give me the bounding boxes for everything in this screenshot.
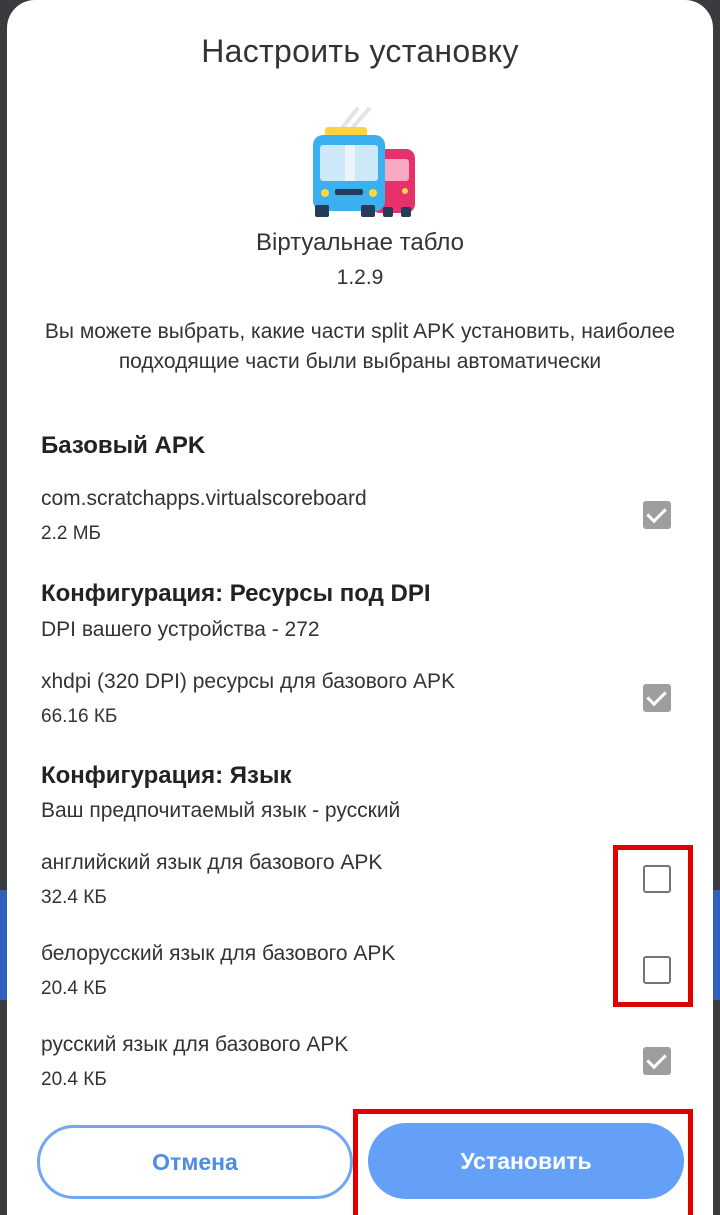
checkbox[interactable]: [643, 1047, 671, 1075]
cancel-button[interactable]: Отмена: [37, 1125, 353, 1199]
list-item[interactable]: com.scratchapps.virtualscoreboard 2.2 МБ: [41, 487, 681, 557]
item-name: русский язык для базового APK: [41, 1033, 349, 1056]
item-name: com.scratchapps.virtualscoreboard: [41, 487, 367, 510]
checkbox[interactable]: [643, 684, 671, 712]
section-subtitle-dpi: DPI вашего устройства - 272: [41, 618, 320, 641]
item-size: 20.4 КБ: [41, 1069, 107, 1090]
highlight-annotation: [613, 845, 693, 1007]
trolleybus-icon: [313, 107, 415, 217]
app-version: 1.2.9: [336, 266, 384, 289]
section-title-lang: Конфигурация: Язык: [41, 762, 292, 789]
item-name: английский язык для базового APK: [41, 851, 383, 874]
item-size: 32.4 КБ: [41, 887, 107, 908]
app-name: Віртуальнае табло: [256, 229, 464, 256]
list-item[interactable]: белорусский язык для базового APK 20.4 К…: [41, 942, 681, 1012]
item-size: 2.2 МБ: [41, 523, 101, 544]
section-title-base: Базовый APK: [41, 432, 206, 459]
section-subtitle-lang: Ваш предпочитаемый язык - русский: [41, 799, 401, 822]
install-dialog: Настроить установку Віртуальнае табло 1.…: [7, 0, 713, 1215]
dialog-title: Настроить установку: [201, 33, 519, 69]
item-size: 20.4 КБ: [41, 978, 107, 999]
section-title-dpi: Конфигурация: Ресурсы под DPI: [41, 580, 431, 607]
item-name: xhdpi (320 DPI) ресурсы для базового APK: [41, 670, 456, 693]
checkbox[interactable]: [643, 501, 671, 529]
item-name: белорусский язык для базового APK: [41, 942, 396, 965]
highlight-annotation: [353, 1109, 693, 1215]
description: Вы можете выбрать, какие части split APK…: [44, 320, 676, 373]
list-item[interactable]: английский язык для базового APK 32.4 КБ: [41, 851, 681, 921]
item-size: 66.16 КБ: [41, 706, 118, 727]
list-item[interactable]: xhdpi (320 DPI) ресурсы для базового APK…: [41, 670, 681, 740]
list-item[interactable]: русский язык для базового APK 20.4 КБ: [41, 1033, 681, 1103]
